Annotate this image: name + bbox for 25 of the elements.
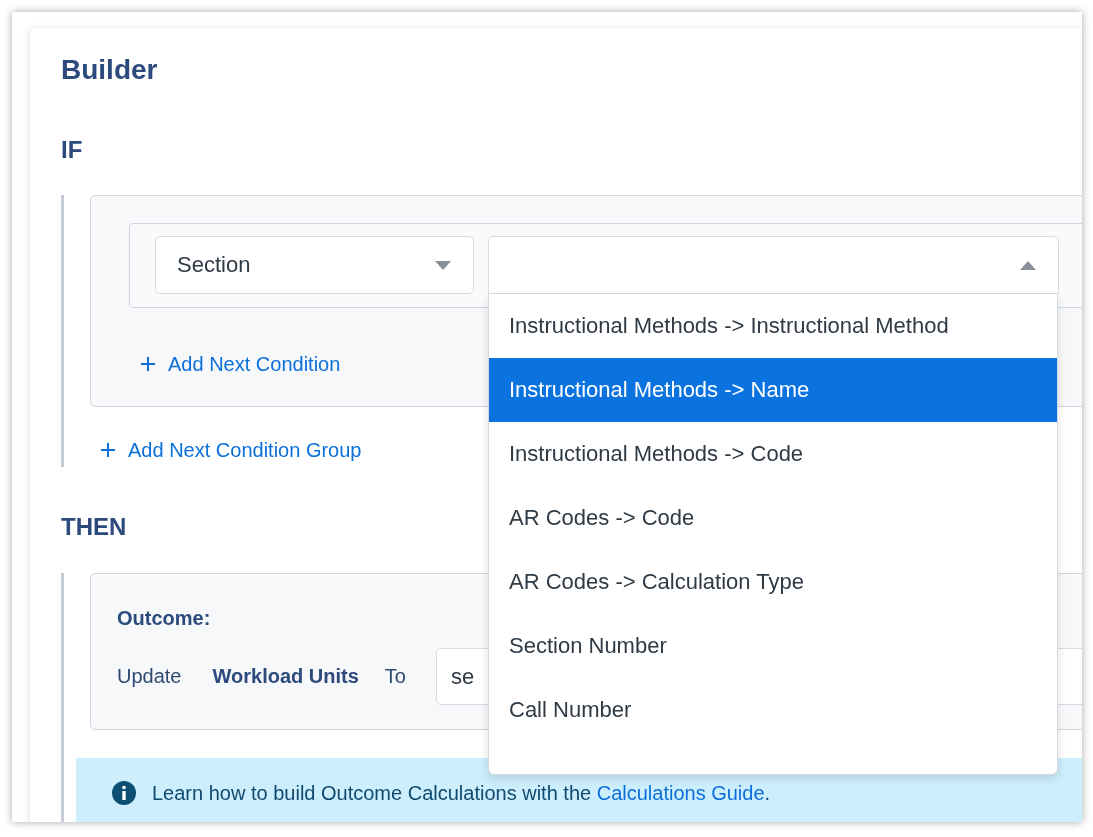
plus-icon — [100, 442, 116, 458]
dropdown-option[interactable]: AR Codes -> Code — [489, 486, 1057, 550]
field-select[interactable]: Section — [155, 236, 474, 294]
target-label: Workload Units — [212, 665, 359, 688]
dropdown-option[interactable]: Instructional Methods -> Code — [489, 422, 1057, 486]
plus-icon — [140, 356, 156, 372]
add-condition-group-button[interactable]: Add Next Condition Group — [100, 433, 362, 467]
dropdown-option[interactable]: Instructional Methods -> Name — [489, 358, 1057, 422]
info-icon — [112, 781, 136, 805]
dropdown-option[interactable]: Instructional Methods -> Instructional Method — [489, 294, 1057, 358]
outcome-label: Outcome: — [117, 606, 212, 630]
update-label: Update — [117, 665, 182, 688]
dropdown-option[interactable]: Call Number — [489, 678, 1057, 742]
caret-icon — [1020, 260, 1036, 270]
then-heading: THEN — [61, 513, 127, 541]
info-message: Learn how to build Outcome Calculations with the Calculations Guide. — [152, 781, 771, 805]
if-heading: IF — [61, 136, 83, 164]
add-condition-button[interactable]: Add Next Condition — [140, 347, 341, 381]
dropdown-option[interactable]: Section Number — [489, 614, 1057, 678]
dropdown-option[interactable]: AR Codes -> Calculation Type — [489, 550, 1057, 614]
caret-icon — [435, 260, 451, 270]
to-label: To — [384, 665, 406, 688]
value-select[interactable] — [488, 236, 1059, 294]
builder-title: Builder — [61, 53, 159, 87]
calculations-guide-link[interactable]: Calculations Guide — [596, 781, 765, 804]
